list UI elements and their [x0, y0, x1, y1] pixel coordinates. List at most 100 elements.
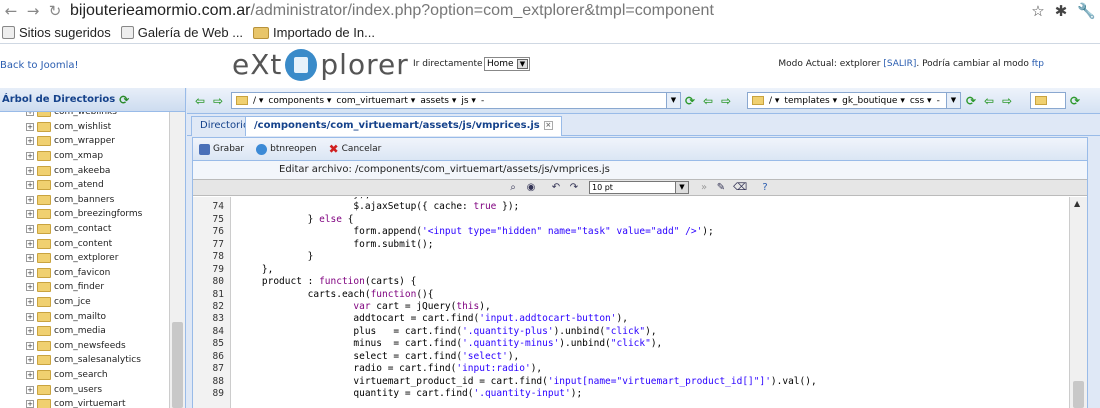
address-input[interactable]: bijouterieamormio.com.ar/administrator/i…: [70, 2, 714, 20]
reload-icon[interactable]: ⟳: [1070, 94, 1080, 108]
bookmark-suggested[interactable]: Sitios sugeridos: [2, 25, 111, 40]
back-arrow-icon[interactable]: ←: [0, 2, 22, 20]
redo-icon[interactable]: ↷: [568, 182, 580, 194]
expand-icon[interactable]: +: [26, 210, 34, 219]
path-extra-combo[interactable]: [1030, 92, 1066, 109]
path-segment[interactable]: com_virtuemart ▾: [336, 96, 415, 106]
help-icon[interactable]: ?: [759, 182, 771, 194]
back-arrow-icon[interactable]: ⇦: [195, 94, 205, 108]
expand-icon[interactable]: +: [26, 137, 34, 146]
tree-item[interactable]: + com_favicon: [0, 266, 170, 281]
tree-item[interactable]: + com_mailto: [0, 309, 170, 324]
path-segment[interactable]: / ▾: [769, 96, 779, 106]
forward-arrow-icon[interactable]: ⇨: [721, 94, 731, 108]
tree-item[interactable]: + com_finder: [0, 280, 170, 295]
scrollbar-thumb[interactable]: [172, 322, 183, 408]
dropdown-arrow-icon[interactable]: ▼: [666, 93, 680, 108]
path-segment[interactable]: -: [937, 96, 940, 106]
tree-item[interactable]: + com_salesanalytics: [0, 353, 170, 368]
tree-scrollbar[interactable]: [169, 112, 185, 408]
back-arrow-icon[interactable]: ⇦: [984, 94, 994, 108]
expand-icon[interactable]: +: [26, 122, 34, 131]
tree-item[interactable]: + com_wishlist: [0, 120, 170, 135]
expand-icon[interactable]: +: [26, 312, 34, 321]
tree-item[interactable]: + com_atend: [0, 178, 170, 193]
refresh-tree-icon[interactable]: ⟳: [119, 93, 129, 107]
path-segment[interactable]: -: [481, 96, 484, 106]
expand-icon[interactable]: +: [26, 268, 34, 277]
forward-arrow-icon[interactable]: ⇨: [1002, 94, 1012, 108]
forward-arrow-icon[interactable]: →: [22, 2, 44, 20]
bookmark-imported[interactable]: Importado de In...: [253, 25, 375, 40]
scrollbar-thumb[interactable]: [1073, 381, 1084, 408]
expand-icon[interactable]: +: [26, 254, 34, 263]
code-editor[interactable]: 7374757677787980818283848586878889 }); $…: [193, 197, 1087, 408]
logout-link[interactable]: [SALIR]: [883, 59, 916, 69]
tree-item[interactable]: + com_content: [0, 236, 170, 251]
path-right-combo[interactable]: / ▾ templates ▾ gk_boutique ▾ css ▾ - ▼: [747, 92, 961, 109]
path-segment[interactable]: assets ▾: [420, 96, 456, 106]
expand-icon[interactable]: +: [26, 181, 34, 190]
reopen-button[interactable]: btnreopen: [256, 143, 317, 155]
expand-icon[interactable]: +: [26, 225, 34, 234]
tree-item[interactable]: + com_search: [0, 368, 170, 383]
path-segment[interactable]: gk_boutique ▾: [842, 96, 905, 106]
expand-icon[interactable]: +: [26, 327, 34, 336]
syntax-icon[interactable]: ✎: [715, 182, 727, 194]
dropdown-arrow-icon[interactable]: ▼: [946, 93, 960, 108]
path-segment[interactable]: components ▾: [268, 96, 331, 106]
expand-icon[interactable]: +: [26, 166, 34, 175]
tree-item[interactable]: + com_jce: [0, 295, 170, 310]
expand-icon[interactable]: +: [26, 370, 34, 379]
highlight-toggle-icon[interactable]: »: [698, 182, 710, 194]
expand-icon[interactable]: +: [26, 356, 34, 365]
cancel-button[interactable]: ✖ Cancelar: [329, 142, 382, 156]
wrench-icon[interactable]: 🔧: [1077, 2, 1096, 20]
tree-item[interactable]: + com_akeeba: [0, 163, 170, 178]
tree-item[interactable]: + com_wrapper: [0, 134, 170, 149]
goto-line-icon[interactable]: ◉: [525, 182, 537, 194]
code-scrollbar[interactable]: ▲: [1069, 197, 1087, 408]
path-segment[interactable]: templates ▾: [784, 96, 837, 106]
undo-icon[interactable]: ↶: [550, 182, 562, 194]
expand-icon[interactable]: +: [26, 298, 34, 307]
tree-item[interactable]: + com_media: [0, 324, 170, 339]
expand-icon[interactable]: +: [26, 283, 34, 292]
expand-icon[interactable]: +: [26, 152, 34, 161]
scroll-up-icon[interactable]: ▲: [1074, 199, 1080, 208]
path-segment[interactable]: css ▾: [910, 96, 932, 106]
bookmark-gallery[interactable]: Galería de Web ...: [120, 25, 243, 40]
ftp-mode-link[interactable]: ftp: [1032, 59, 1044, 69]
tree-item[interactable]: + com_extplorer: [0, 251, 170, 266]
tree-item[interactable]: + com_contact: [0, 222, 170, 237]
back-arrow-icon[interactable]: ⇦: [703, 94, 713, 108]
tree-item[interactable]: + com_banners: [0, 193, 170, 208]
save-button[interactable]: Grabar: [199, 143, 244, 155]
reload-icon[interactable]: ⟳: [966, 94, 976, 108]
expand-icon[interactable]: +: [26, 400, 34, 408]
reload-icon[interactable]: ↻: [44, 2, 66, 20]
goto-select[interactable]: Home ▼: [484, 57, 530, 71]
tree-item[interactable]: + com_users: [0, 382, 170, 397]
tree-item[interactable]: + com_newsfeeds: [0, 339, 170, 354]
tree-item[interactable]: + com_weblinks: [0, 112, 170, 120]
back-to-joomla-link[interactable]: Back to Joomla!: [0, 60, 79, 71]
tab-file[interactable]: /components/com_virtuemart/assets/js/vmp…: [245, 116, 562, 136]
star-icon[interactable]: ☆: [1031, 2, 1044, 20]
tree-item[interactable]: + com_breezingforms: [0, 207, 170, 222]
reload-icon[interactable]: ⟳: [685, 94, 695, 108]
expand-icon[interactable]: +: [26, 341, 34, 350]
path-left-combo[interactable]: / ▾ components ▾ com_virtuemart ▾ assets ▾ j…: [231, 92, 681, 109]
expand-icon[interactable]: +: [26, 385, 34, 394]
extension-icon[interactable]: ✱: [1055, 2, 1068, 20]
expand-icon[interactable]: +: [26, 239, 34, 248]
path-segment[interactable]: / ▾: [253, 96, 263, 106]
reset-icon[interactable]: ⌫: [733, 182, 747, 194]
path-segment[interactable]: js ▾: [461, 96, 476, 106]
expand-icon[interactable]: +: [26, 112, 34, 117]
close-icon[interactable]: ×: [543, 121, 553, 130]
search-icon[interactable]: ⌕: [507, 182, 519, 194]
tree-item[interactable]: + com_xmap: [0, 149, 170, 164]
tree-item[interactable]: + com_virtuemart: [0, 397, 170, 408]
forward-arrow-icon[interactable]: ⇨: [213, 94, 223, 108]
